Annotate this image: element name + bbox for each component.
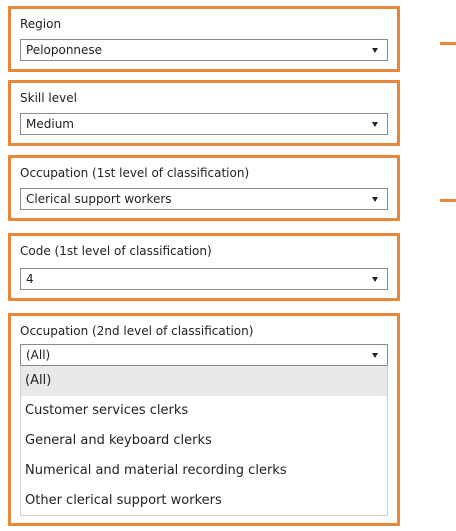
code-level1-label: Code (1st level of classification) — [20, 244, 212, 258]
chevron-down-icon — [372, 277, 378, 282]
region-dropdown[interactable]: Peloponnese — [20, 39, 388, 61]
code-level1-filter: Code (1st level of classification) 4 — [8, 233, 400, 301]
occupation-level2-filter: Occupation (2nd level of classification)… — [8, 313, 400, 526]
dropdown-option[interactable]: General and keyboard clerks — [21, 426, 387, 456]
chevron-down-icon — [372, 197, 378, 202]
region-label: Region — [20, 17, 62, 31]
occupation-level2-label: Occupation (2nd level of classification) — [20, 324, 254, 338]
skill-level-label: Skill level — [20, 91, 77, 105]
occupation-level1-value: Clerical support workers — [26, 192, 172, 206]
chevron-down-icon — [372, 48, 378, 53]
dropdown-option[interactable]: Numerical and material recording clerks — [21, 456, 387, 486]
occupation-level2-value: (All) — [26, 348, 51, 362]
code-level1-dropdown[interactable]: 4 — [20, 268, 388, 290]
dropdown-option[interactable]: Other clerical support workers — [21, 486, 387, 516]
chevron-down-icon — [372, 122, 378, 127]
region-filter: Region Peloponnese — [8, 6, 400, 72]
decorative-dash — [440, 199, 456, 202]
region-value: Peloponnese — [26, 43, 103, 57]
skill-level-value: Medium — [26, 117, 74, 131]
code-level1-value: 4 — [26, 272, 34, 286]
occupation-level2-options: (All) Customer services clerks General a… — [20, 366, 388, 516]
skill-level-filter: Skill level Medium — [8, 80, 400, 146]
skill-level-dropdown[interactable]: Medium — [20, 113, 388, 135]
occupation-level1-label: Occupation (1st level of classification) — [20, 166, 250, 180]
decorative-dash — [440, 42, 456, 45]
occupation-level1-filter: Occupation (1st level of classification)… — [8, 155, 400, 221]
dropdown-option[interactable]: (All) — [21, 366, 387, 396]
dropdown-option[interactable]: Customer services clerks — [21, 396, 387, 426]
occupation-level1-dropdown[interactable]: Clerical support workers — [20, 188, 388, 210]
chevron-down-icon — [372, 353, 378, 358]
occupation-level2-dropdown[interactable]: (All) — [20, 344, 388, 366]
